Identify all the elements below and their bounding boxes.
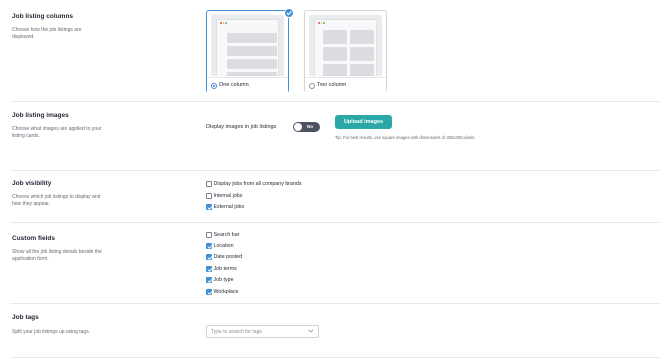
checkbox-label: Display jobs from all company brands	[213, 181, 302, 187]
checkbox-box[interactable]	[206, 277, 212, 283]
checkbox-box[interactable]	[206, 204, 212, 210]
chevron-down-icon	[308, 329, 314, 333]
section-description: Choose which job listings to display and…	[12, 194, 101, 207]
section-description: Show all the job listing details beside …	[12, 249, 102, 262]
section-description: Choose what images are applied to your l…	[12, 126, 102, 139]
two-column-label: Two column	[317, 82, 347, 88]
section-title: Custom fields	[12, 235, 55, 242]
one-column-label: One column	[219, 82, 249, 88]
preview-row	[227, 33, 277, 43]
card-footer: Two column	[305, 77, 386, 93]
section-job-tags: Job tags Split your job listings up usin…	[0, 304, 670, 362]
section-title: Job visibility	[12, 180, 52, 187]
preview-page	[314, 19, 377, 76]
checkbox-label: Job type	[213, 277, 234, 283]
section-title: Job tags	[12, 314, 39, 321]
section-listing-images: Job listing images Choose what images ar…	[0, 102, 670, 170]
section-title: Job listing columns	[12, 13, 74, 20]
preview-tile	[323, 30, 347, 44]
checkbox-label: Location	[213, 243, 234, 249]
check-icon	[207, 267, 212, 272]
checkbox-internal-jobs[interactable]: Internal jobs	[206, 192, 242, 200]
check-icon	[207, 290, 212, 295]
checkbox-job-terms[interactable]: Job terms	[206, 265, 237, 273]
preview-page	[216, 19, 279, 76]
section-divider	[10, 357, 660, 358]
display-images-label: Display images in job listings	[206, 124, 277, 130]
layout-option-two-column[interactable]: Two column	[304, 10, 387, 93]
upload-images-button[interactable]: Upload images	[335, 115, 392, 129]
section-job-visibility: Job visibility Choose which job listings…	[0, 171, 670, 222]
checkbox-label: Search bar	[213, 232, 240, 238]
checkbox-box[interactable]	[206, 266, 212, 272]
tags-search-select[interactable]: Type to search for tags	[206, 325, 319, 338]
toggle-knob	[294, 123, 302, 131]
layout-option-one-column[interactable]: One column	[206, 8, 294, 93]
check-icon	[207, 205, 212, 210]
preview-row	[227, 72, 277, 76]
checkbox-box[interactable]	[206, 243, 212, 249]
check-icon	[284, 8, 294, 18]
check-icon	[207, 278, 212, 283]
tags-search-placeholder: Type to search for tags	[211, 329, 262, 335]
check-icon	[207, 244, 212, 249]
preview-row	[227, 59, 277, 69]
display-images-toggle[interactable]: No	[293, 122, 320, 132]
checkbox-workplace[interactable]: Workplace	[206, 288, 238, 296]
one-column-preview	[211, 15, 284, 76]
checkbox-label: Job terms	[213, 266, 237, 272]
checkbox-date-posted[interactable]: Date posted	[206, 253, 242, 261]
section-description: Split your job listings up using tags.	[12, 329, 91, 335]
preview-tile	[350, 64, 374, 76]
preview-row	[227, 46, 277, 56]
checkbox-box[interactable]	[206, 181, 212, 187]
upload-tip: Tip: For best results, use square images…	[335, 135, 476, 140]
preview-tile	[350, 30, 374, 44]
checkbox-external-jobs[interactable]: External jobs	[206, 203, 244, 211]
checkbox-all-company-brands[interactable]: Display jobs from all company brands	[206, 180, 302, 188]
checkbox-search-bar[interactable]: Search bar	[206, 231, 239, 239]
preview-tile	[350, 47, 374, 61]
checkbox-label: External jobs	[213, 204, 245, 210]
toggle-state-text: No	[307, 124, 313, 129]
checkbox-job-type[interactable]: Job type	[206, 276, 234, 284]
preview-tile	[323, 64, 347, 76]
checkbox-box[interactable]	[206, 232, 212, 238]
checkbox-label: Date posted	[213, 254, 243, 260]
checkbox-location[interactable]: Location	[206, 242, 234, 250]
section-description: Choose how the job listings are displaye…	[12, 27, 82, 40]
section-listing-columns: Job listing columns Choose how the job l…	[0, 0, 670, 100]
checkbox-box[interactable]	[206, 289, 212, 295]
checkbox-box[interactable]	[206, 254, 212, 260]
checkbox-label: Internal jobs	[213, 193, 243, 199]
section-title: Job listing images	[12, 112, 69, 119]
section-custom-fields: Custom fields Show all the job listing d…	[0, 223, 670, 303]
preview-tile	[323, 47, 347, 61]
two-column-radio[interactable]	[309, 83, 315, 89]
window-dots	[220, 22, 227, 24]
checkbox-label: Workplace	[213, 289, 239, 295]
checkbox-box[interactable]	[206, 193, 212, 199]
card-footer: One column	[207, 77, 288, 93]
two-column-preview	[309, 15, 382, 76]
window-dots	[318, 22, 325, 24]
one-column-radio[interactable]	[211, 83, 217, 89]
check-icon	[207, 255, 212, 260]
